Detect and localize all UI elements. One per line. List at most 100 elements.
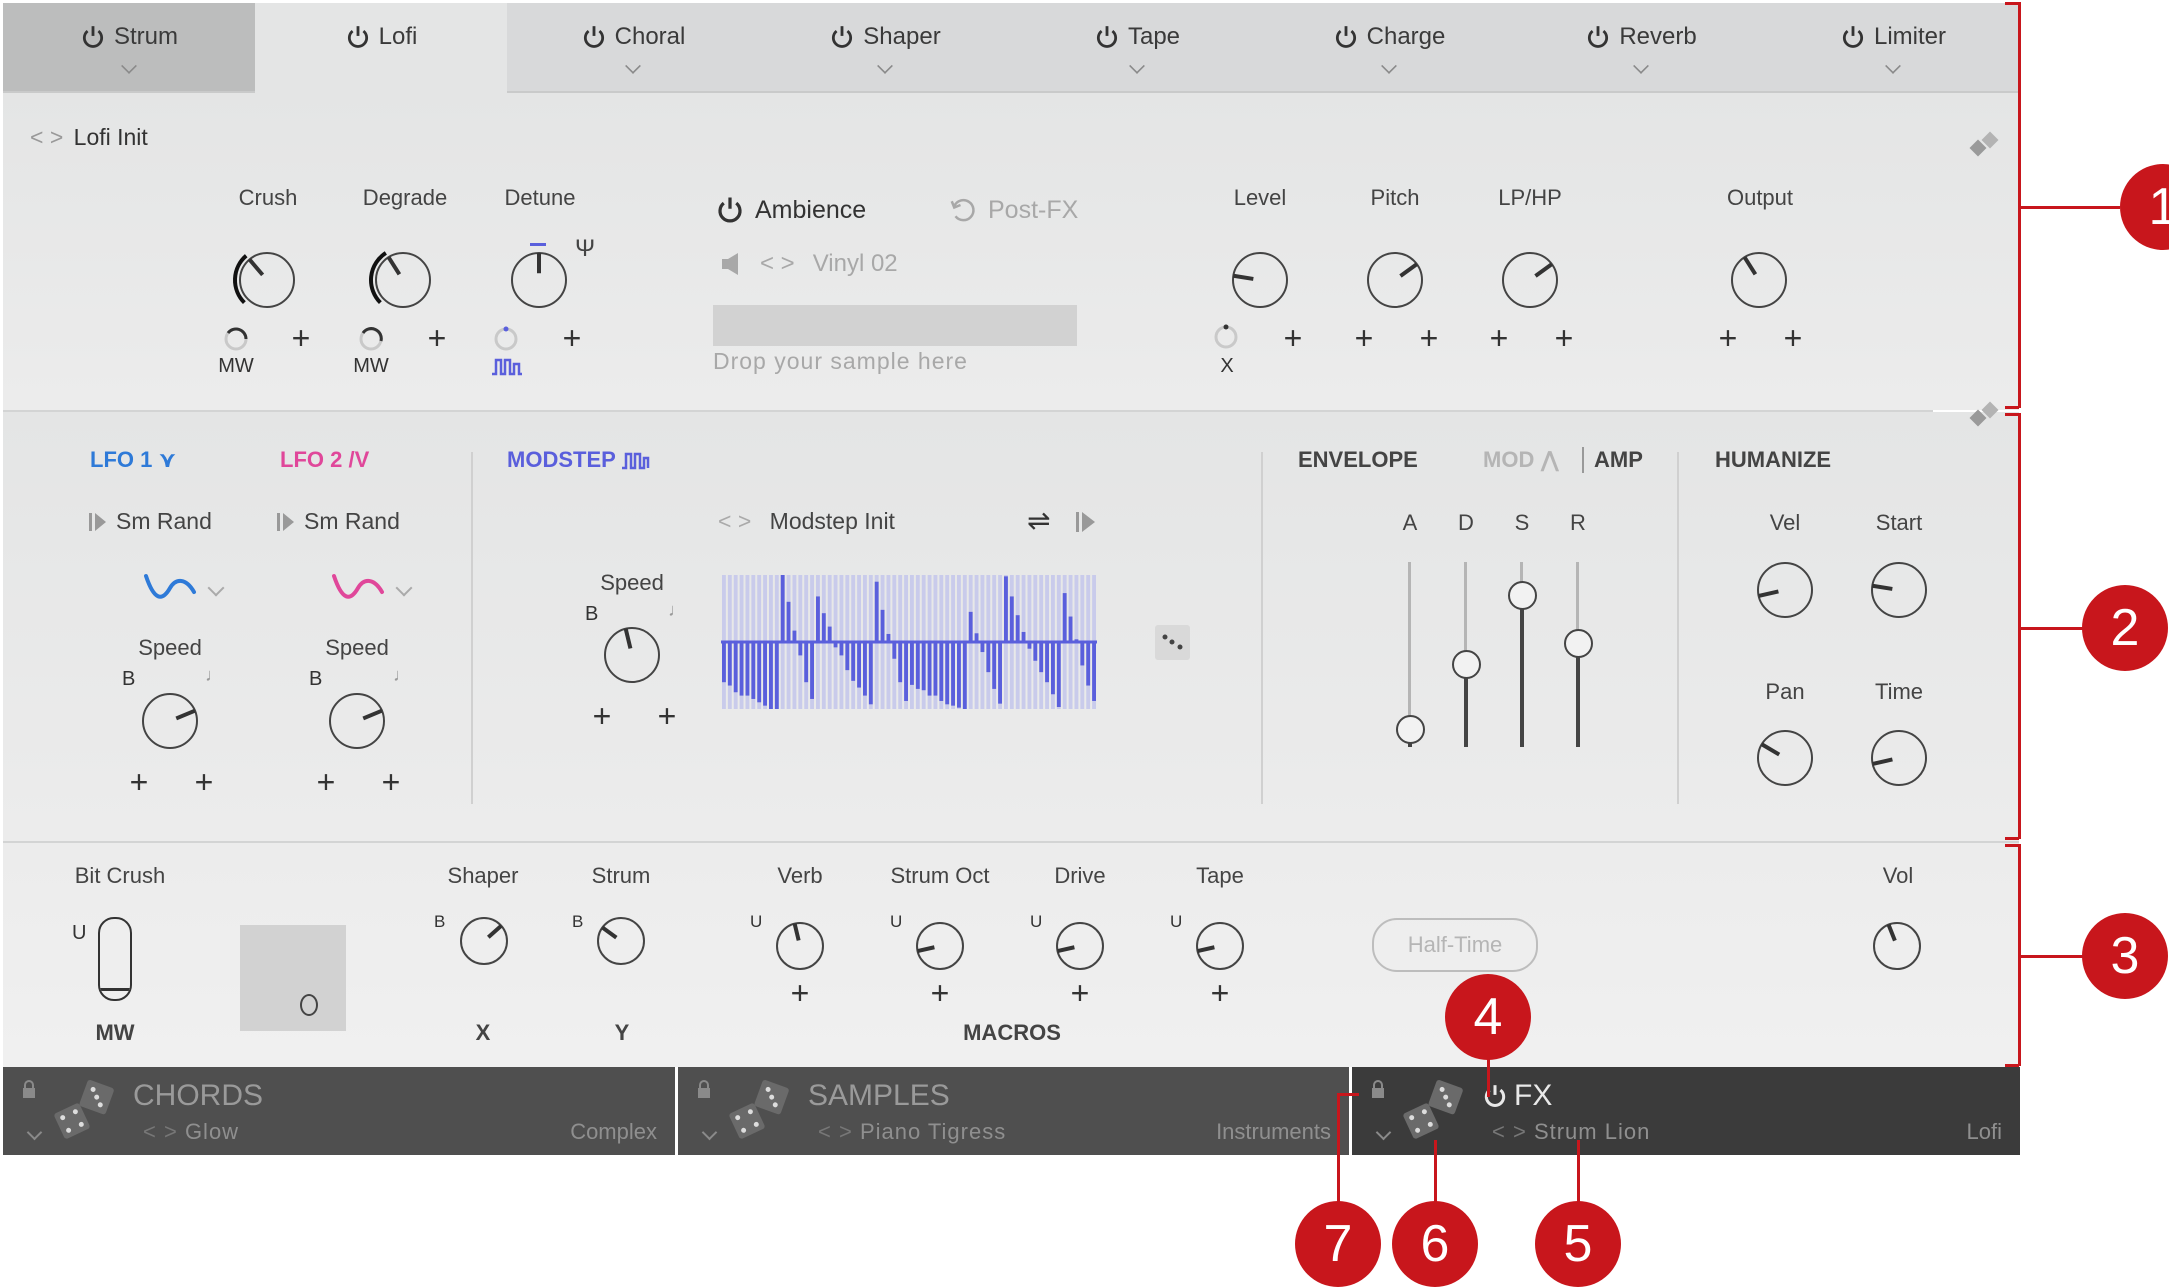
step-bar[interactable] bbox=[904, 642, 908, 701]
add-mod-button[interactable]: + bbox=[317, 766, 336, 798]
randomize-steps-button[interactable] bbox=[1155, 625, 1190, 660]
step-bar[interactable] bbox=[1056, 642, 1061, 707]
step-bar[interactable] bbox=[1080, 642, 1085, 666]
preset-nav-arrows[interactable]: < > bbox=[818, 1119, 853, 1144]
tab-shaper[interactable]: Shaper bbox=[759, 3, 1011, 91]
chevron-down-icon[interactable] bbox=[1381, 58, 1397, 74]
swap-icon[interactable]: ⇌ bbox=[1027, 504, 1050, 537]
dice-icon[interactable] bbox=[723, 1077, 795, 1145]
power-icon[interactable] bbox=[829, 24, 855, 50]
step-bar[interactable] bbox=[921, 642, 926, 691]
add-mod-button[interactable]: + bbox=[130, 766, 149, 798]
step-bar[interactable] bbox=[1009, 596, 1014, 642]
lfo2-waveform-icon[interactable] bbox=[330, 570, 388, 604]
step-bar[interactable] bbox=[962, 642, 967, 709]
step-bar[interactable] bbox=[1045, 642, 1049, 683]
chevron-down-icon[interactable] bbox=[26, 1124, 43, 1141]
vel-knob[interactable] bbox=[1750, 555, 1820, 625]
add-mod-button[interactable]: + bbox=[1284, 322, 1303, 354]
step-bar[interactable] bbox=[915, 642, 920, 689]
step-bar[interactable] bbox=[804, 642, 809, 683]
add-mod-button[interactable]: + bbox=[292, 322, 311, 354]
step-bar[interactable] bbox=[868, 642, 873, 705]
mod-amount-ring[interactable] bbox=[357, 325, 385, 353]
ambience-toggle[interactable]: Ambience bbox=[715, 195, 866, 225]
dice-icon[interactable] bbox=[1397, 1077, 1469, 1145]
chevron-down-icon[interactable] bbox=[1885, 58, 1901, 74]
step-bar[interactable] bbox=[1033, 642, 1038, 661]
power-icon[interactable] bbox=[80, 24, 106, 50]
pan-knob[interactable] bbox=[1750, 723, 1820, 793]
step-bar[interactable] bbox=[722, 642, 726, 683]
step-bar[interactable] bbox=[892, 642, 897, 659]
tab-lofi[interactable]: Lofi bbox=[255, 3, 507, 95]
randomize-icon[interactable] bbox=[1968, 130, 2002, 165]
add-mod-button[interactable]: + bbox=[1555, 322, 1574, 354]
add-mod-button[interactable]: + bbox=[1071, 977, 1090, 1009]
envelope-d-slider-handle[interactable] bbox=[1452, 649, 1481, 679]
step-bar[interactable] bbox=[839, 642, 844, 656]
macro-knob[interactable] bbox=[769, 915, 831, 977]
step-bar[interactable] bbox=[1068, 616, 1073, 642]
envelope-amp-tab[interactable]: AMP bbox=[1594, 447, 1643, 473]
output-knob[interactable] bbox=[1724, 245, 1794, 315]
step-bar[interactable] bbox=[1051, 642, 1055, 695]
lp-hp-knob[interactable] bbox=[1495, 245, 1565, 315]
preset-nav-arrows[interactable]: < > bbox=[718, 508, 751, 534]
slot-preset-browser[interactable]: < > Piano Tigress bbox=[818, 1119, 1006, 1145]
envelope-a-slider-handle[interactable] bbox=[1396, 714, 1425, 744]
step-bar[interactable] bbox=[980, 642, 985, 653]
step-bar[interactable] bbox=[739, 642, 744, 696]
preset-nav-arrows[interactable]: < > bbox=[143, 1119, 178, 1144]
slot-fx[interactable]: FX < > Strum Lion Lofi bbox=[1352, 1067, 2020, 1155]
chevron-down-icon[interactable] bbox=[625, 58, 641, 74]
post-fx-toggle[interactable]: Post-FX bbox=[948, 195, 1078, 225]
tab-limiter[interactable]: Limiter bbox=[1767, 3, 2019, 91]
sample-nav-arrows[interactable]: < > bbox=[760, 250, 795, 278]
step-bar[interactable] bbox=[727, 642, 732, 686]
add-mod-button[interactable]: + bbox=[593, 700, 612, 732]
pitch-knob[interactable] bbox=[1360, 245, 1430, 315]
step-bar[interactable] bbox=[863, 642, 867, 696]
step-bar[interactable] bbox=[992, 642, 997, 689]
step-bar[interactable] bbox=[910, 642, 914, 685]
add-mod-button[interactable]: + bbox=[428, 322, 447, 354]
add-mod-button[interactable]: + bbox=[563, 322, 582, 354]
step-bar[interactable] bbox=[880, 609, 885, 642]
add-mod-button[interactable]: + bbox=[1784, 322, 1803, 354]
step-bar[interactable] bbox=[1004, 576, 1008, 642]
lfo1-waveform-icon[interactable] bbox=[142, 570, 200, 604]
lfo2-speed-knob[interactable] bbox=[322, 686, 392, 756]
power-icon[interactable] bbox=[1333, 24, 1359, 50]
xy-pad-cursor[interactable] bbox=[299, 993, 318, 1016]
step-bar[interactable] bbox=[757, 642, 762, 703]
time-knob[interactable] bbox=[1864, 723, 1934, 793]
tab-tape[interactable]: Tape bbox=[1011, 3, 1263, 91]
step-bar[interactable] bbox=[986, 642, 991, 673]
preset-browser[interactable]: < > Lofi Init bbox=[30, 124, 148, 151]
step-bar[interactable] bbox=[939, 642, 944, 701]
step-bar[interactable] bbox=[851, 642, 856, 681]
strum-knob[interactable] bbox=[590, 910, 652, 972]
step-bar[interactable] bbox=[780, 575, 785, 642]
tab-strum[interactable]: Strum bbox=[3, 3, 255, 91]
mod-amount-ring[interactable] bbox=[1212, 323, 1240, 351]
step-bar[interactable] bbox=[821, 613, 826, 642]
lfo2-title[interactable]: LFO 2 /V bbox=[280, 447, 369, 473]
chevron-down-icon[interactable] bbox=[701, 1124, 718, 1141]
chevron-down-icon[interactable] bbox=[1375, 1124, 1392, 1141]
step-bar[interactable] bbox=[774, 642, 779, 709]
chevron-down-icon[interactable] bbox=[1129, 58, 1145, 74]
tab-reverb[interactable]: Reverb bbox=[1515, 3, 1767, 91]
step-bar[interactable] bbox=[810, 642, 814, 699]
add-mod-button[interactable]: + bbox=[1719, 322, 1738, 354]
slot-preset-browser[interactable]: < > Glow bbox=[143, 1119, 239, 1145]
envelope-mod-tab[interactable]: MOD ⋀ bbox=[1483, 447, 1559, 473]
slot-chords[interactable]: CHORDS < > Glow Complex bbox=[3, 1067, 675, 1155]
power-icon[interactable] bbox=[345, 24, 371, 50]
macro-knob[interactable] bbox=[909, 915, 971, 977]
power-icon[interactable] bbox=[1482, 1083, 1508, 1109]
lock-icon[interactable] bbox=[21, 1079, 37, 1099]
modstep-speed-knob[interactable] bbox=[597, 620, 667, 690]
sample-selector[interactable]: < > Vinyl 02 bbox=[720, 250, 898, 278]
